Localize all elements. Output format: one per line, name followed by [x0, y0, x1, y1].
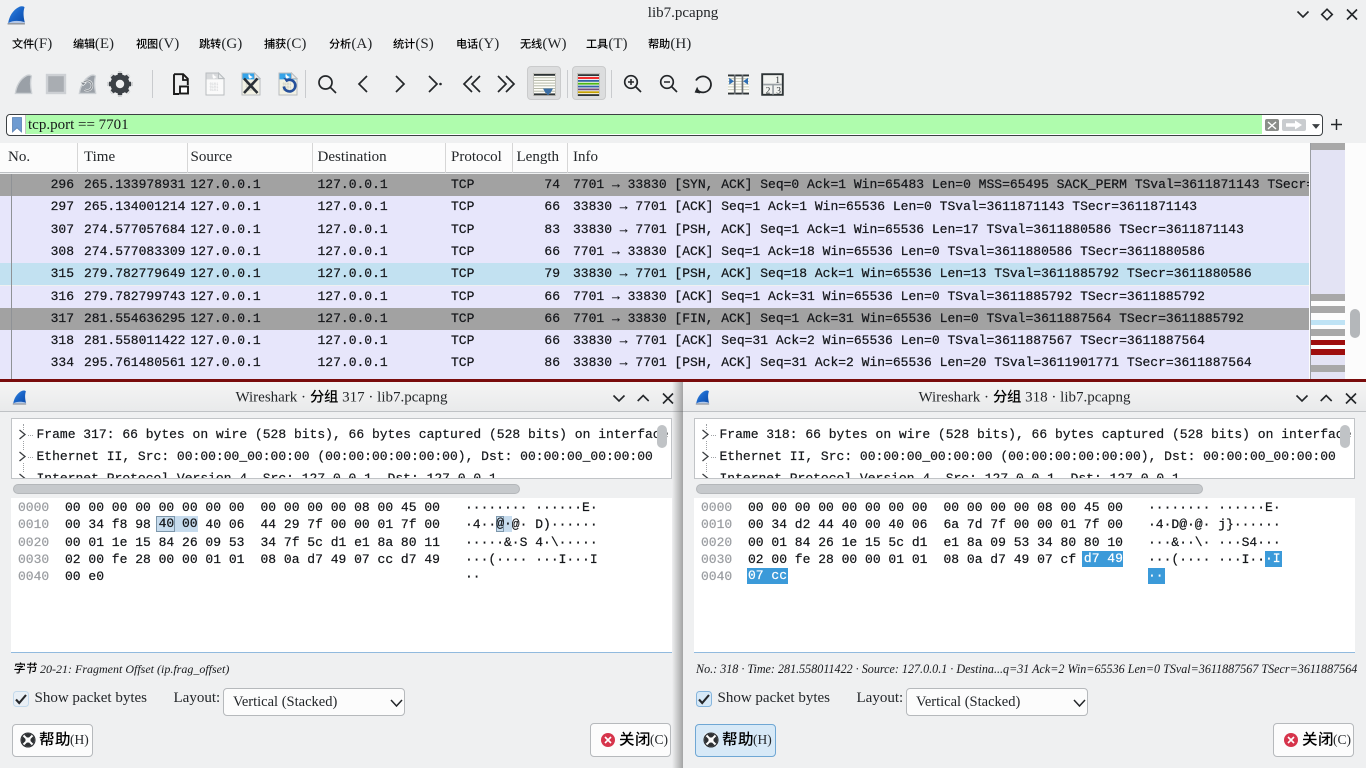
svg-text:1: 1: [775, 75, 780, 85]
svg-text:3: 3: [776, 86, 781, 96]
svg-text:0101: 0101: [209, 89, 218, 93]
svg-text:2: 2: [766, 86, 771, 96]
